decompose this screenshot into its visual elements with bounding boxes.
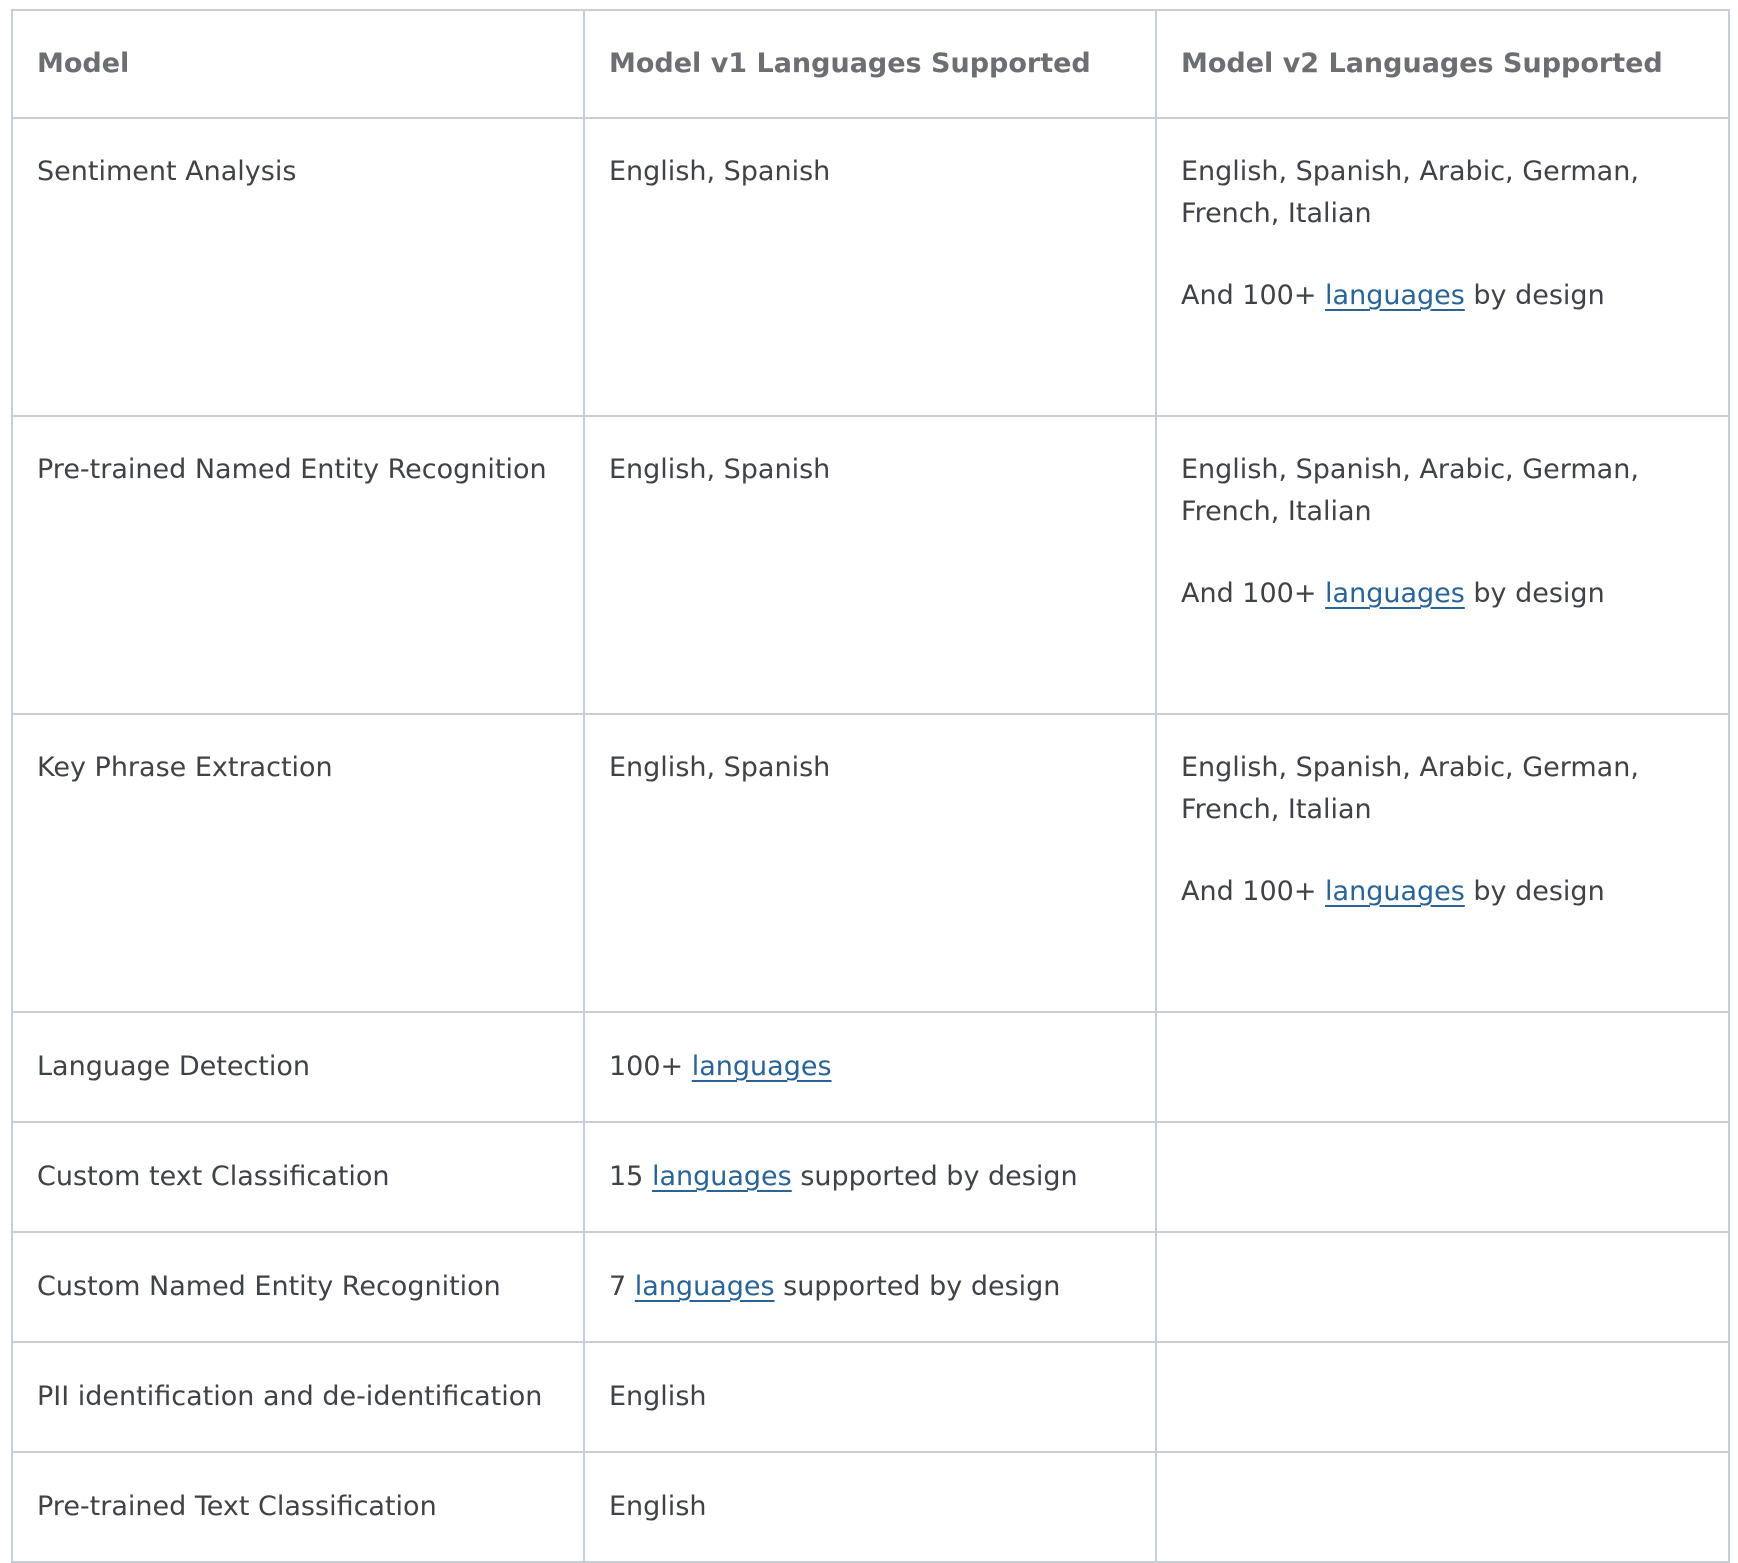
v2-cell: English, Spanish, Arabic, German, French… [1155,713,1730,1013]
v2-languages: English, Spanish, Arabic, German, French… [1181,156,1639,229]
v1-prefix: 100+ [609,1051,692,1082]
v2-cell [1155,1231,1730,1343]
table-row: Custom text Classification 15 languages … [11,1121,1730,1233]
header-model-v1: Model v1 Languages Supported [583,9,1157,119]
v2-extra-prefix: And 100+ [1181,876,1326,907]
v2-extra: And 100+ languages by design [1181,573,1704,615]
v1-cell: 7 languages supported by design [583,1231,1157,1343]
v2-extra-suffix: by design [1464,578,1605,609]
languages-link[interactable]: languages [652,1161,792,1192]
model-cell: PII identification and de-identification [11,1341,585,1453]
v1-prefix: 15 [609,1161,652,1192]
table-row: Pre-trained Named Entity Recognition Eng… [11,415,1730,715]
model-cell: Pre-trained Text Classification [11,1451,585,1563]
model-cell: Sentiment Analysis [11,117,585,417]
v2-languages: English, Spanish, Arabic, German, French… [1181,752,1639,825]
v2-cell [1155,1121,1730,1233]
model-cell: Pre-trained Named Entity Recognition [11,415,585,715]
v2-extra-prefix: And 100+ [1181,578,1326,609]
v2-cell: English, Spanish, Arabic, German, French… [1155,117,1730,417]
language-support-table: Model Model v1 Languages Supported Model… [11,9,1730,1563]
table-row: Key Phrase Extraction English, Spanish E… [11,713,1730,1013]
v2-cell: English, Spanish, Arabic, German, French… [1155,415,1730,715]
v2-cell [1155,1011,1730,1123]
v2-extra: And 100+ languages by design [1181,275,1704,317]
v1-prefix: 7 [609,1271,635,1302]
v1-cell: 15 languages supported by design [583,1121,1157,1233]
model-cell: Custom text Classification [11,1121,585,1233]
languages-link[interactable]: languages [635,1271,775,1302]
model-cell: Custom Named Entity Recognition [11,1231,585,1343]
header-model: Model [11,9,585,119]
languages-link[interactable]: languages [1325,578,1465,609]
v1-cell: English [583,1341,1157,1453]
header-model-v2: Model v2 Languages Supported [1155,9,1730,119]
v2-extra: And 100+ languages by design [1181,871,1704,913]
v1-cell: 100+ languages [583,1011,1157,1123]
v2-extra-suffix: by design [1464,876,1605,907]
v2-languages: English, Spanish, Arabic, German, French… [1181,454,1639,527]
v2-cell [1155,1341,1730,1453]
table-row: Custom Named Entity Recognition 7 langua… [11,1231,1730,1343]
v2-cell [1155,1451,1730,1563]
v1-suffix: supported by design [791,1161,1078,1192]
v1-cell: English [583,1451,1157,1563]
table-row: Language Detection 100+ languages [11,1011,1730,1123]
table-row: Sentiment Analysis English, Spanish Engl… [11,117,1730,417]
v1-suffix: supported by design [774,1271,1061,1302]
table-row: PII identification and de-identification… [11,1341,1730,1453]
languages-link[interactable]: languages [692,1051,832,1082]
v2-extra-prefix: And 100+ [1181,280,1326,311]
table-row: Pre-trained Text Classification English [11,1451,1730,1563]
languages-link[interactable]: languages [1325,280,1465,311]
v1-cell: English, Spanish [583,713,1157,1013]
model-cell: Language Detection [11,1011,585,1123]
content-area: Model Model v1 Languages Supported Model… [11,9,1730,1563]
v1-cell: English, Spanish [583,117,1157,417]
header-row: Model Model v1 Languages Supported Model… [11,9,1730,119]
model-cell: Key Phrase Extraction [11,713,585,1013]
v1-cell: English, Spanish [583,415,1157,715]
v2-extra-suffix: by design [1464,280,1605,311]
languages-link[interactable]: languages [1325,876,1465,907]
